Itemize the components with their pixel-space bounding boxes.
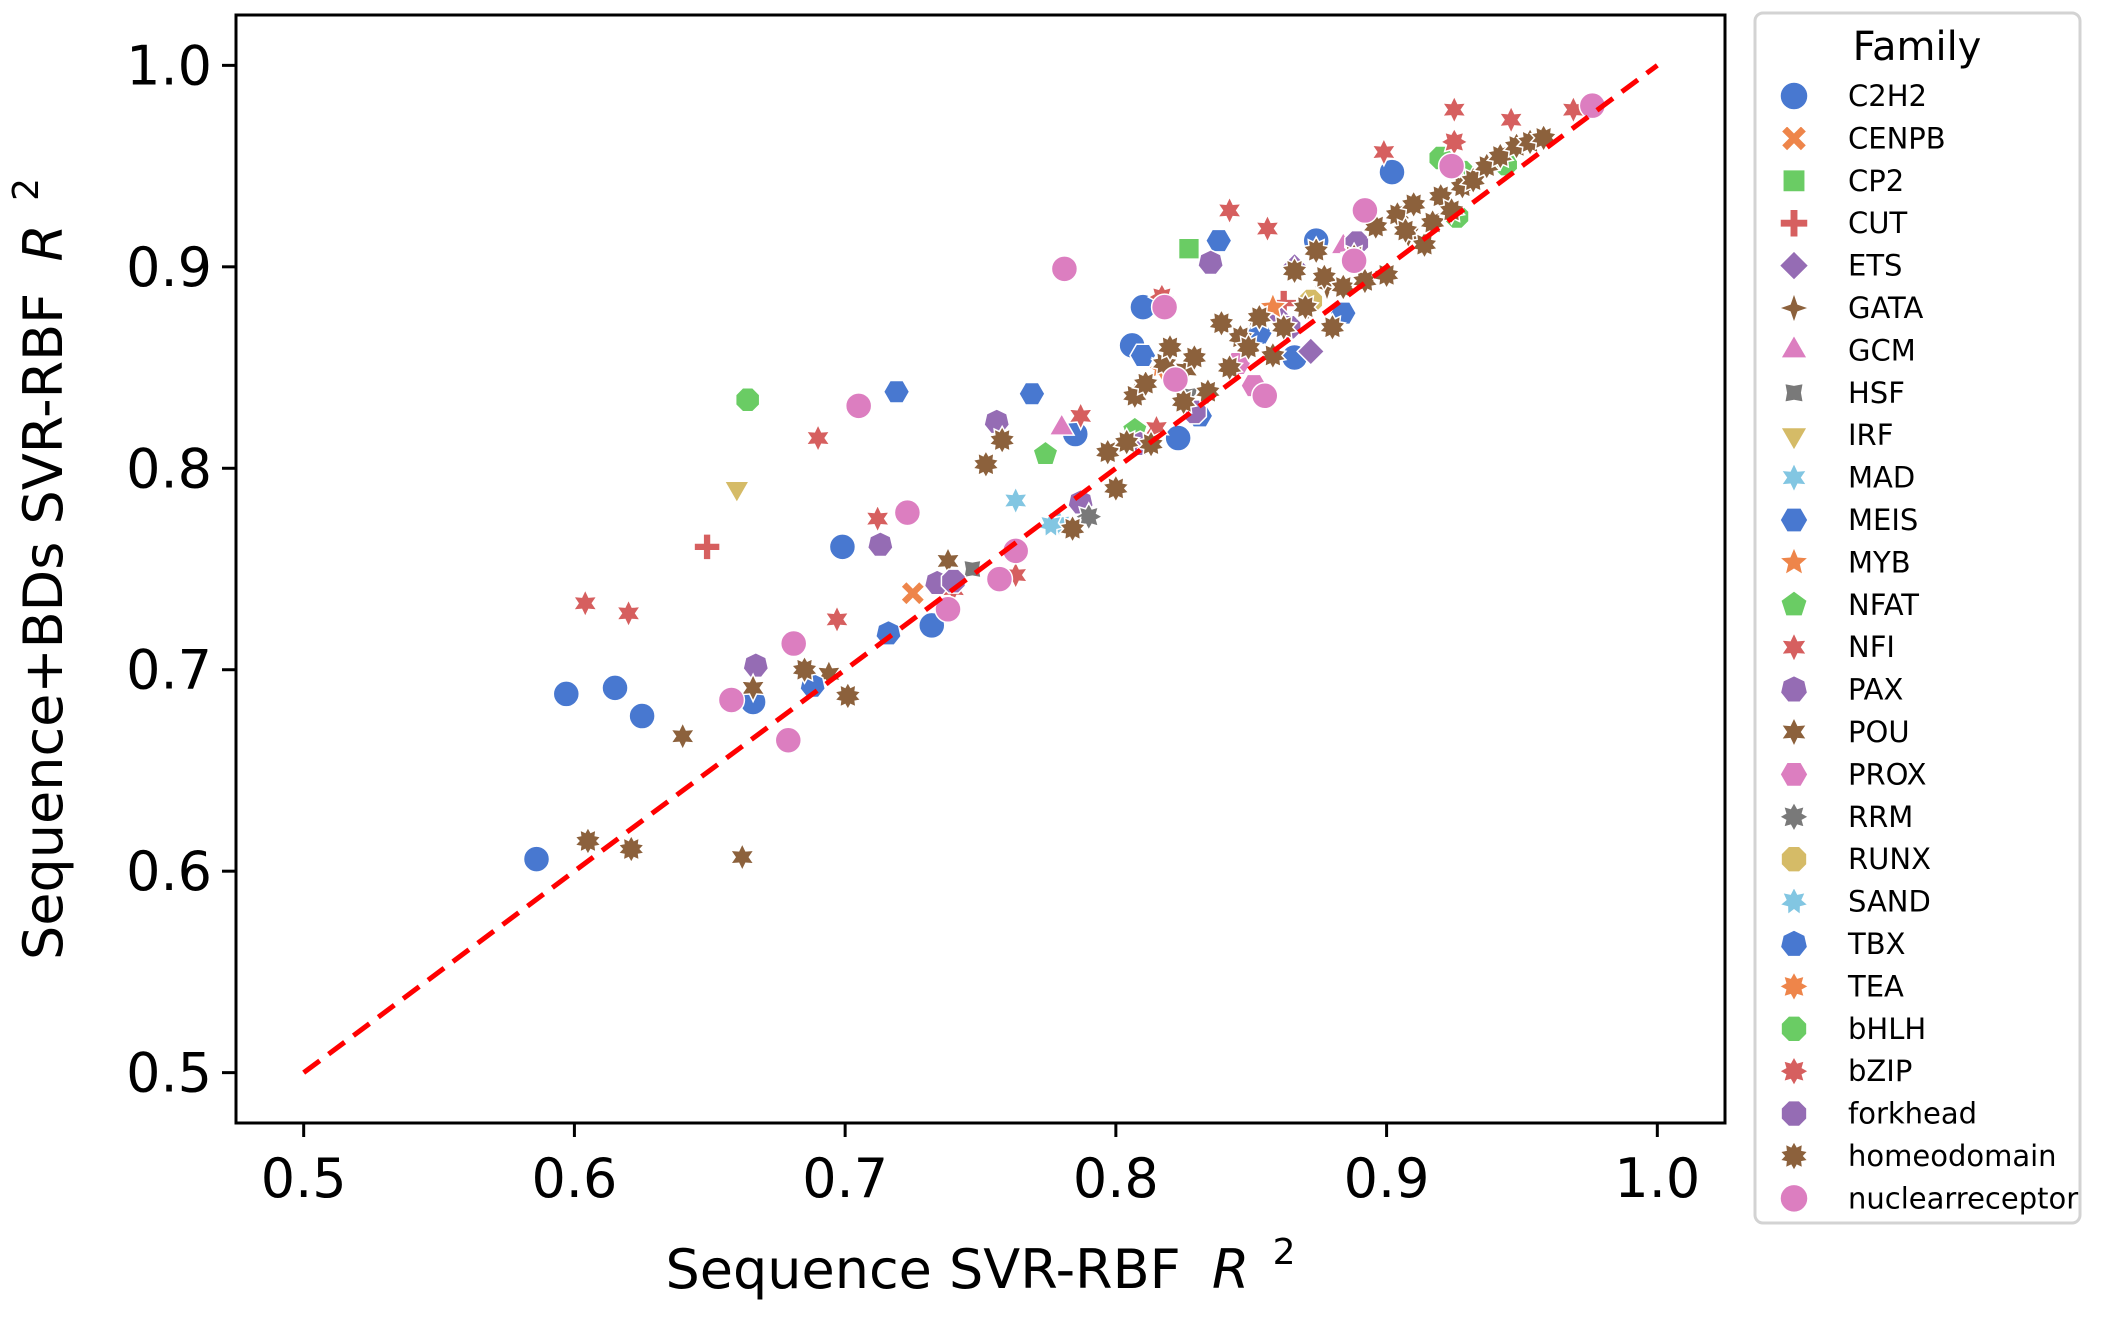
legend-marker-meis-icon (1779, 507, 1809, 533)
y-tick-label: 0.6 (126, 840, 212, 903)
legend-marker-nuclearreceptor-icon (1779, 1183, 1809, 1214)
legend-label: homeodomain (1848, 1139, 2057, 1173)
x-tick-label: 1.0 (1614, 1147, 1700, 1210)
legend-label: CENPB (1848, 121, 1946, 155)
legend-label: MYB (1848, 545, 1911, 579)
legend-item-prox: PROX (1779, 757, 1926, 791)
data-point-nuclearreceptor (717, 686, 746, 714)
x-tick-label: 0.5 (261, 1147, 347, 1210)
legend-label: SAND (1848, 885, 1931, 919)
y-axis-label-text: Sequence+BDs SVR-RBF (12, 293, 75, 960)
data-point-meis (882, 379, 911, 404)
x-axis-label: Sequence SVR-RBF R 2 (666, 1232, 1296, 1301)
legend-marker-bhlh-icon (1780, 1015, 1808, 1043)
data-point-pax (1197, 248, 1225, 276)
x-tick-label: 0.9 (1344, 1147, 1430, 1210)
legend-label: forkhead (1848, 1097, 1977, 1131)
y-tick-label: 0.8 (126, 437, 212, 500)
y-tick-label: 0.9 (126, 236, 212, 299)
legend-label: GATA (1848, 291, 1924, 325)
legend-label: MEIS (1848, 503, 1918, 537)
data-point-meis (1204, 228, 1233, 253)
data-point-nuclearreceptor (779, 629, 808, 658)
data-point-c2h2 (1164, 424, 1192, 452)
data-point-nuclearreceptor (1351, 196, 1379, 225)
y-axis-label-superscript: 2 (6, 178, 47, 201)
data-point-nuclearreceptor (985, 565, 1014, 593)
data-point-meis (1129, 343, 1157, 368)
legend-marker-pax-icon (1779, 674, 1809, 703)
y-axis-label: Sequence+BDs SVR-RBF R 2 (6, 178, 75, 960)
data-point-nuclearreceptor (1437, 152, 1466, 180)
legend-title: Family (1853, 24, 1982, 70)
legend: Family C2H2 CENPB CP2 CUT ETS GATA GCM HSF IRF MA… (1753, 11, 2082, 1225)
series-cp2 (1177, 237, 1201, 260)
x-axis-label-superscript: 2 (1273, 1232, 1296, 1273)
x-axis-label-math: R (1212, 1238, 1250, 1301)
legend-marker-prox-icon (1779, 761, 1809, 788)
legend-label: C2H2 (1848, 79, 1927, 113)
legend-label: GCM (1848, 333, 1916, 367)
data-point-nuclearreceptor (1050, 255, 1079, 283)
legend-label: nuclearreceptor (1848, 1181, 2078, 1215)
scatter-chart: 0.5 0.6 0.7 0.8 0.9 1.0 0.5 0.6 0.7 0.8 0.9 1.0 Se… (6, 11, 2082, 1301)
data-point-nuclearreceptor (844, 392, 873, 420)
legend-label: PROX (1848, 757, 1926, 791)
y-axis-label-math: R (12, 224, 75, 262)
data-point-nuclearreceptor (893, 498, 922, 527)
x-axis-label-text: Sequence SVR-RBF (666, 1238, 1181, 1301)
data-point-c2h2 (601, 674, 629, 702)
legend-label: IRF (1848, 418, 1893, 452)
y-tick-label: 0.7 (126, 639, 212, 702)
legend-label: bHLH (1848, 1012, 1926, 1046)
legend-label: TBX (1847, 927, 1905, 961)
legend-label: CUT (1848, 206, 1907, 240)
data-point-c2h2 (628, 702, 656, 730)
legend-marker-tea-icon (1777, 970, 1811, 1003)
legend-marker-bzip-icon (1777, 1054, 1811, 1088)
legend-label: RRM (1848, 800, 1913, 834)
data-point-pax (866, 530, 894, 558)
data-point-bzip (1439, 126, 1470, 158)
data-point-nuclearreceptor (1251, 381, 1279, 410)
x-axis: 0.5 0.6 0.7 0.8 0.9 1.0 (261, 1123, 1700, 1210)
legend-label: HSF (1848, 376, 1905, 410)
legend-label: NFAT (1848, 588, 1919, 622)
x-tick-label: 0.8 (1073, 1147, 1159, 1210)
data-point-bhlh (734, 387, 761, 413)
data-point-meis (1018, 381, 1046, 406)
legend-marker-hsf-icon (1783, 382, 1805, 404)
data-point-nuclearreceptor (1161, 365, 1190, 394)
legend-label: CP2 (1848, 164, 1904, 198)
y-tick-label: 1.0 (126, 34, 212, 97)
data-point-c2h2 (828, 533, 857, 561)
data-point-nuclearreceptor (1150, 293, 1179, 321)
data-point-cp2 (1177, 237, 1201, 260)
legend-label: PAX (1848, 673, 1903, 707)
legend-label: bZIP (1848, 1054, 1912, 1088)
legend-marker-rrm-icon (1777, 800, 1811, 834)
data-point-nuclearreceptor (1340, 247, 1368, 275)
y-axis: 0.5 0.6 0.7 0.8 0.9 1.0 (126, 34, 236, 1105)
legend-label: NFI (1848, 630, 1895, 664)
legend-marker-forkhead-icon (1780, 1099, 1808, 1128)
legend-label: POU (1848, 715, 1910, 749)
data-point-c2h2 (522, 845, 551, 873)
legend-marker-tbx-icon (1779, 929, 1809, 958)
legend-label: MAD (1848, 461, 1915, 495)
y-tick-label: 0.5 (126, 1042, 212, 1105)
data-point-pax (742, 651, 770, 679)
legend-marker-c2h2-icon (1779, 81, 1809, 111)
legend-marker-cp2-icon (1782, 168, 1806, 193)
legend-item-c2h2: C2H2 (1779, 79, 1927, 113)
legend-label: RUNX (1848, 842, 1931, 876)
data-point-c2h2 (552, 680, 581, 708)
legend-item-meis: MEIS (1779, 503, 1918, 537)
legend-marker-runx-icon (1780, 845, 1808, 873)
data-point-nuclearreceptor (774, 726, 803, 754)
x-tick-label: 0.6 (531, 1147, 617, 1210)
legend-label: ETS (1848, 249, 1902, 283)
x-tick-label: 0.7 (802, 1147, 888, 1210)
legend-label: TEA (1847, 969, 1904, 1003)
